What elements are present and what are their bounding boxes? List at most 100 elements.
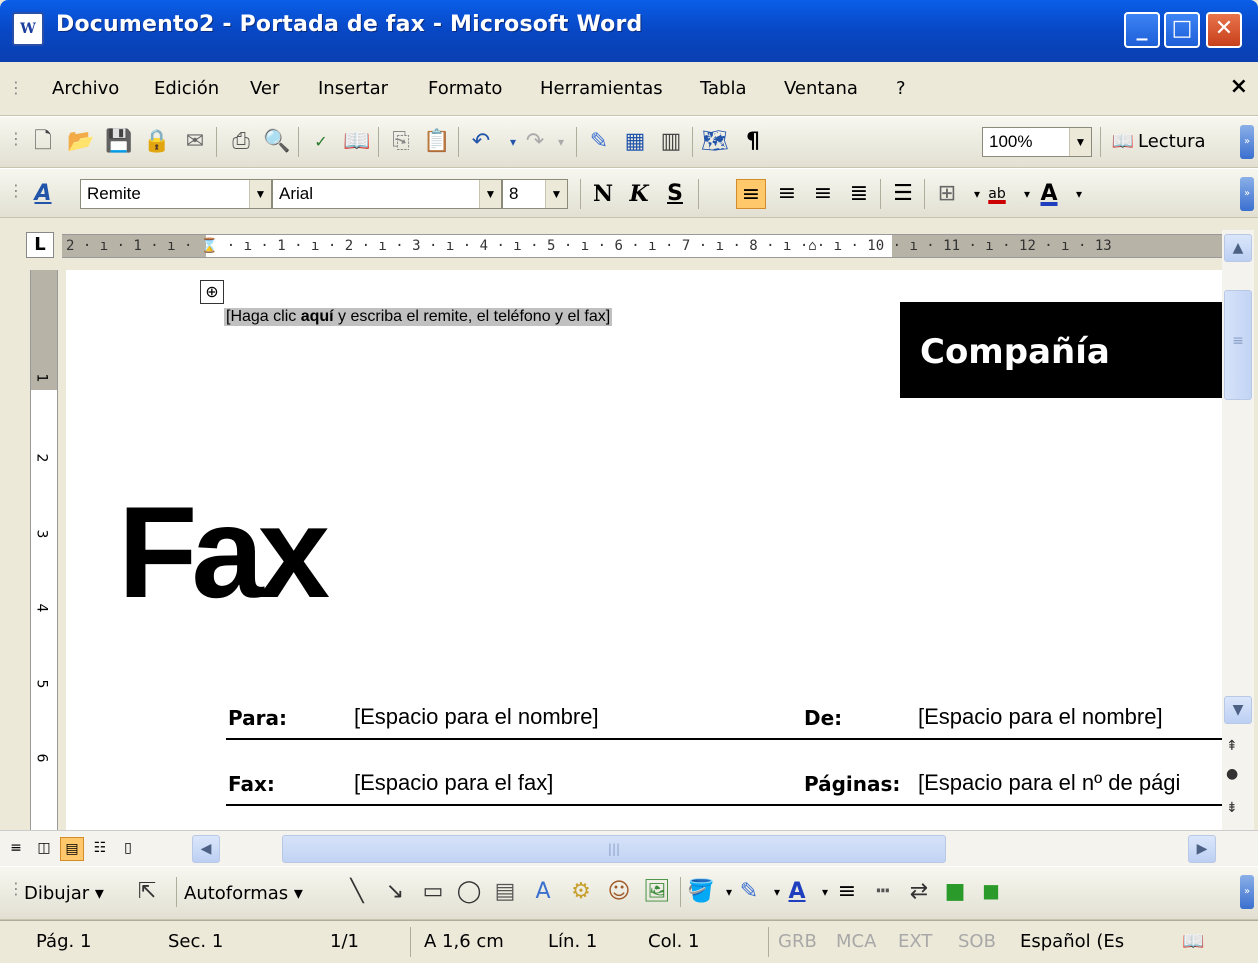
status-section[interactable]: Sec. 1 <box>168 931 223 952</box>
paginas-field[interactable]: [Espacio para el nº de pági <box>918 770 1180 796</box>
company-box[interactable]: Compañía <box>900 302 1222 398</box>
sender-placeholder[interactable]: [Haga clic aquí y escriba el remite, el … <box>224 308 613 326</box>
outline-view-icon[interactable]: ☷ <box>88 837 112 861</box>
reading-layout-icon[interactable]: 📖 <box>1108 127 1138 157</box>
save-icon[interactable]: 💾 <box>104 127 134 157</box>
fax-heading[interactable]: Fax <box>118 482 330 622</box>
undo-icon[interactable]: ↶ <box>466 127 496 157</box>
de-field[interactable]: [Espacio para el nombre] <box>918 704 1163 730</box>
font-color-draw-icon[interactable]: A <box>782 877 812 907</box>
line-color-icon[interactable]: ✎ <box>734 877 764 907</box>
dash-style-icon[interactable]: ┅ <box>868 877 898 907</box>
reading-layout-button[interactable]: Lectura <box>1138 131 1206 152</box>
document-map-icon[interactable]: 🗺 <box>700 127 730 157</box>
status-sob[interactable]: SOB <box>958 931 996 952</box>
diagram-icon[interactable]: ⚙ <box>566 877 596 907</box>
chevron-down-icon[interactable]: ▼ <box>249 180 271 208</box>
web-view-icon[interactable]: ◫ <box>32 837 56 861</box>
underline-button[interactable]: S <box>660 179 690 209</box>
arrow-style-icon[interactable]: ⇄ <box>904 877 934 907</box>
italic-button[interactable]: K <box>624 179 654 209</box>
maximize-button[interactable]: □ <box>1164 12 1200 48</box>
insert-picture-icon[interactable]: 🖼 <box>642 877 672 907</box>
spelling-icon[interactable]: ✓ <box>306 127 336 157</box>
status-position[interactable]: A 1,6 cm <box>424 931 504 952</box>
table-move-handle-icon[interactable]: ⊕ <box>200 280 224 304</box>
vertical-scroll-thumb[interactable]: ≡ <box>1224 290 1252 400</box>
status-column[interactable]: Col. 1 <box>648 931 699 952</box>
show-formatting-icon[interactable]: ¶ <box>738 127 768 157</box>
status-page[interactable]: Pág. 1 <box>36 931 91 952</box>
research-icon[interactable]: 📖 <box>342 127 372 157</box>
shadow-style-icon[interactable]: ■ <box>940 877 970 907</box>
horizontal-scroll-thumb[interactable]: ||| <box>282 835 946 863</box>
3d-style-icon[interactable]: ◼ <box>976 877 1006 907</box>
text-box-icon[interactable]: ▤ <box>490 877 520 907</box>
copy-icon[interactable]: ⎘ <box>386 127 416 157</box>
line-icon[interactable]: ╲ <box>342 877 372 907</box>
line-style-icon[interactable]: ≡ <box>832 877 862 907</box>
close-button[interactable]: ✕ <box>1206 12 1242 48</box>
menu-ventana[interactable]: Ventana <box>784 78 858 99</box>
columns-icon[interactable]: ▥ <box>656 127 686 157</box>
menu-ver[interactable]: Ver <box>250 78 279 99</box>
font-combo[interactable]: Arial ▼ <box>272 179 502 209</box>
menu-tabla[interactable]: Tabla <box>700 78 747 99</box>
menu-formato[interactable]: Formato <box>428 78 502 99</box>
toolbar-options-icon[interactable]: » <box>1240 125 1254 159</box>
toolbar-options-icon[interactable]: » <box>1240 875 1254 909</box>
style-combo[interactable]: Remite ▼ <box>80 179 272 209</box>
highlight-button[interactable]: ab <box>982 179 1012 209</box>
font-color-button[interactable]: A <box>1034 179 1064 209</box>
menu-insertar[interactable]: Insertar <box>318 78 388 99</box>
email-icon[interactable]: ✉ <box>180 127 210 157</box>
toolbar-grip[interactable]: ⋮ <box>8 129 24 148</box>
status-mca[interactable]: MCA <box>836 931 876 952</box>
menu-edicion[interactable]: Edición <box>154 78 219 99</box>
wordart-icon[interactable]: A <box>528 877 558 907</box>
autoshapes-menu-button[interactable]: Autoformas ▾ <box>184 883 303 904</box>
styles-pane-icon[interactable]: A <box>28 179 58 209</box>
font-color-dropdown-icon[interactable]: ▾ <box>1064 179 1094 209</box>
toolbar-grip[interactable]: ⋮ <box>8 181 24 200</box>
toolbar-grip[interactable]: ⋮ <box>8 879 24 898</box>
bold-button[interactable]: N <box>588 179 618 209</box>
chevron-down-icon[interactable]: ▼ <box>1069 128 1091 156</box>
print-icon[interactable]: ⎙ <box>226 127 256 157</box>
font-size-combo[interactable]: 8 ▼ <box>502 179 568 209</box>
arrow-icon[interactable]: ↘ <box>380 877 410 907</box>
oval-icon[interactable]: ◯ <box>454 877 484 907</box>
open-icon[interactable]: 📂 <box>66 127 96 157</box>
print-preview-icon[interactable]: 🔍 <box>262 127 292 157</box>
numbering-icon[interactable]: ☰ <box>888 179 918 209</box>
insert-hyperlink-icon[interactable]: ✎ <box>584 127 614 157</box>
new-icon[interactable]: 🗋 <box>28 127 58 157</box>
ruler-scale[interactable]: 2 · ı · 1 · ı · ⌛ · ı · 1 · ı · 2 · ı · … <box>62 234 1222 258</box>
reading-view-icon[interactable]: ▯ <box>116 837 140 861</box>
table-icon[interactable]: ▦ <box>620 127 650 157</box>
next-page-icon[interactable]: ⇟ <box>1226 800 1238 816</box>
select-objects-icon[interactable]: ⇱ <box>132 877 162 907</box>
menu-help[interactable]: ? <box>896 78 906 99</box>
vertical-ruler-scale[interactable]: 1 2 3 4 5 6 <box>30 270 58 830</box>
menu-grip[interactable]: ⋮ <box>8 78 24 97</box>
align-center-icon[interactable]: ≡ <box>772 179 802 209</box>
browse-object-icon[interactable]: ● <box>1226 766 1238 782</box>
chevron-down-icon[interactable]: ▼ <box>545 180 567 208</box>
align-right-icon[interactable]: ≡ <box>808 179 838 209</box>
minimize-button[interactable]: _ <box>1124 12 1160 48</box>
scroll-right-icon[interactable]: ▶ <box>1188 835 1216 863</box>
status-grb[interactable]: GRB <box>778 931 817 952</box>
clip-art-icon[interactable]: ☺ <box>604 877 634 907</box>
permission-icon[interactable]: 🔒 <box>142 127 172 157</box>
print-layout-icon[interactable]: ▤ <box>60 837 84 861</box>
menu-archivo[interactable]: Archivo <box>52 78 119 99</box>
menu-herramientas[interactable]: Herramientas <box>540 78 663 99</box>
chevron-down-icon[interactable]: ▼ <box>479 180 501 208</box>
scroll-left-icon[interactable]: ◀ <box>192 835 220 863</box>
justify-icon[interactable]: ≣ <box>844 179 874 209</box>
borders-icon[interactable]: ⊞ <box>932 179 962 209</box>
word-app-icon[interactable]: W <box>12 12 44 46</box>
fill-color-icon[interactable]: 🪣 <box>686 877 716 907</box>
toolbar-options-icon[interactable]: » <box>1240 177 1254 211</box>
